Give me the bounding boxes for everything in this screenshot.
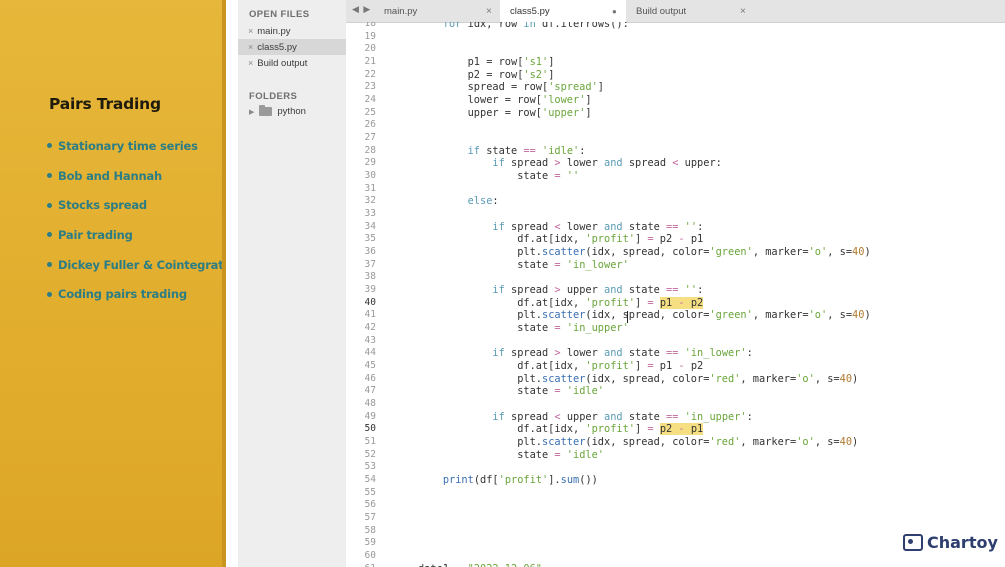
- code-line: 43: [364, 334, 376, 346]
- code-line: 21 p1 = row['s1']: [364, 56, 555, 68]
- code-line: 27: [364, 132, 376, 143]
- slide-menu: Stationary time series Bob and Hannah St…: [47, 131, 243, 309]
- code-editor[interactable]: 18 for idx, row in df.iterrows(): 19 20 …: [346, 22, 1005, 567]
- code-line: 28 if state == 'idle':: [364, 144, 586, 157]
- folder-label: python: [277, 106, 306, 117]
- bullet-icon: [47, 202, 52, 208]
- code-line: 41 plt.scatter(idx, spread, color='green…: [364, 309, 871, 322]
- tab-label: class5.py: [510, 6, 550, 17]
- chartoy-logo-icon: [903, 534, 923, 551]
- bullet-icon: [47, 262, 52, 268]
- code-line: 36 plt.scatter(idx, spread, color='green…: [364, 246, 871, 258]
- tab-class5[interactable]: class5.py ●: [500, 0, 626, 23]
- code-line: 56: [364, 499, 376, 511]
- slide-panel: Pairs Trading Stationary time series Bob…: [0, 0, 243, 567]
- code-line: 47 state = 'idle': [364, 385, 604, 398]
- tab-label: Build output: [636, 5, 687, 17]
- slide-menu-item: Pair trading: [47, 220, 243, 250]
- code-line-current: 50 df.at[idx, 'profit'] = p2 - p1: [364, 423, 704, 436]
- code-line: 25 upper = row['upper']: [364, 106, 592, 119]
- tab-main[interactable]: main.py ×: [384, 0, 494, 22]
- sidebar-file-build-output[interactable]: × Build output: [238, 55, 346, 71]
- code-line: 29 if spread > lower and spread < upper:: [364, 157, 722, 170]
- code-line: 33: [364, 208, 376, 219]
- slide-menu-item: Stationary time series: [47, 131, 243, 161]
- code-line: 52 state = 'idle': [364, 448, 604, 461]
- tab-build-output[interactable]: Build output ×: [636, 0, 748, 22]
- code-line: 39 if spread > upper and state == '':: [364, 284, 704, 296]
- unsaved-dot-icon[interactable]: ●: [612, 7, 617, 16]
- code-line: 42 state = 'in_upper': [364, 322, 629, 334]
- code-line: 18 for idx, row in df.iterrows():: [364, 22, 629, 30]
- slide-menu-item: Coding pairs trading: [47, 279, 243, 309]
- bullet-icon: [47, 291, 52, 297]
- sidebar-folder-python[interactable]: ▶ python: [249, 105, 306, 117]
- slide-menu-item: Bob and Hannah: [47, 161, 243, 191]
- open-files-heading: OPEN FILES: [249, 9, 310, 20]
- chevron-right-icon[interactable]: ▶: [249, 108, 254, 116]
- sidebar-file-label: main.py: [257, 25, 291, 37]
- code-line: 57: [364, 512, 376, 523]
- code-line: 48: [364, 398, 376, 409]
- sidebar-file-main[interactable]: × main.py: [238, 23, 346, 39]
- code-line: 37 state = 'in_lower': [364, 258, 629, 271]
- code-line: 35 df.at[idx, 'profit'] = p2 - p1: [364, 233, 704, 246]
- code-line: 26: [364, 119, 376, 131]
- code-line: 19: [364, 30, 376, 42]
- text-cursor: [627, 311, 628, 323]
- sidebar-file-label: Build output: [257, 57, 308, 69]
- code-line: 23 spread = row['spread']: [364, 81, 604, 94]
- code-line: 61date1 = "2022-12-06": [346, 563, 1005, 567]
- code-line: 24 lower = row['lower']: [364, 94, 592, 106]
- tab-bar: ◀ ▶ main.py × class5.py ● Build output ×: [346, 0, 1005, 23]
- code-line: 22 p2 = row['s2']: [364, 68, 555, 81]
- code-line: 31: [364, 182, 376, 194]
- panel-gap: [226, 0, 238, 567]
- bullet-icon: [47, 232, 52, 238]
- code-line: 30 state = '': [364, 170, 580, 182]
- tab-label: main.py: [384, 5, 418, 17]
- bullet-icon: [47, 173, 52, 179]
- code-line: 34 if spread < lower and state == '':: [364, 220, 704, 233]
- code-line: 45 df.at[idx, 'profit'] = p1 - p2: [364, 360, 704, 372]
- close-icon[interactable]: ×: [248, 42, 253, 52]
- close-icon[interactable]: ×: [248, 26, 253, 36]
- bullet-icon: [47, 143, 52, 149]
- code-line: 32 else:: [364, 195, 499, 208]
- code-line: 51 plt.scatter(idx, spread, color='red',…: [364, 436, 859, 448]
- tab-nav-arrows-icon[interactable]: ◀ ▶: [352, 4, 371, 15]
- code-line: 38: [364, 271, 376, 283]
- code-line: 54 print(df['profit'].sum()): [364, 474, 598, 486]
- close-icon[interactable]: ×: [740, 6, 746, 17]
- code-line: 20: [364, 43, 376, 55]
- code-line: 49 if spread < upper and state == 'in_up…: [364, 410, 753, 423]
- code-line: 55: [364, 486, 376, 498]
- sidebar-file-label: class5.py: [257, 41, 297, 53]
- slide-title: Pairs Trading: [49, 95, 161, 113]
- close-icon[interactable]: ×: [248, 58, 253, 68]
- code-line: 53: [364, 461, 376, 473]
- sidebar-file-class5[interactable]: × class5.py: [238, 39, 346, 55]
- code-line: 46 plt.scatter(idx, spread, color='red',…: [364, 372, 859, 385]
- editor-sidebar: OPEN FILES × main.py × class5.py × Build…: [238, 0, 346, 567]
- code-line: 44 if spread > lower and state == 'in_lo…: [364, 347, 753, 360]
- chartoy-logo: Chartoy: [903, 533, 998, 552]
- folder-icon: [259, 105, 273, 116]
- slide-menu-item: Dickey Fuller & Cointegration: [47, 250, 243, 280]
- close-icon[interactable]: ×: [486, 6, 492, 17]
- code-line-current: 40 df.at[idx, 'profit'] = p1 - p2: [364, 296, 704, 309]
- slide-menu-item: Stocks spread: [47, 190, 243, 220]
- folders-heading: FOLDERS: [249, 91, 298, 102]
